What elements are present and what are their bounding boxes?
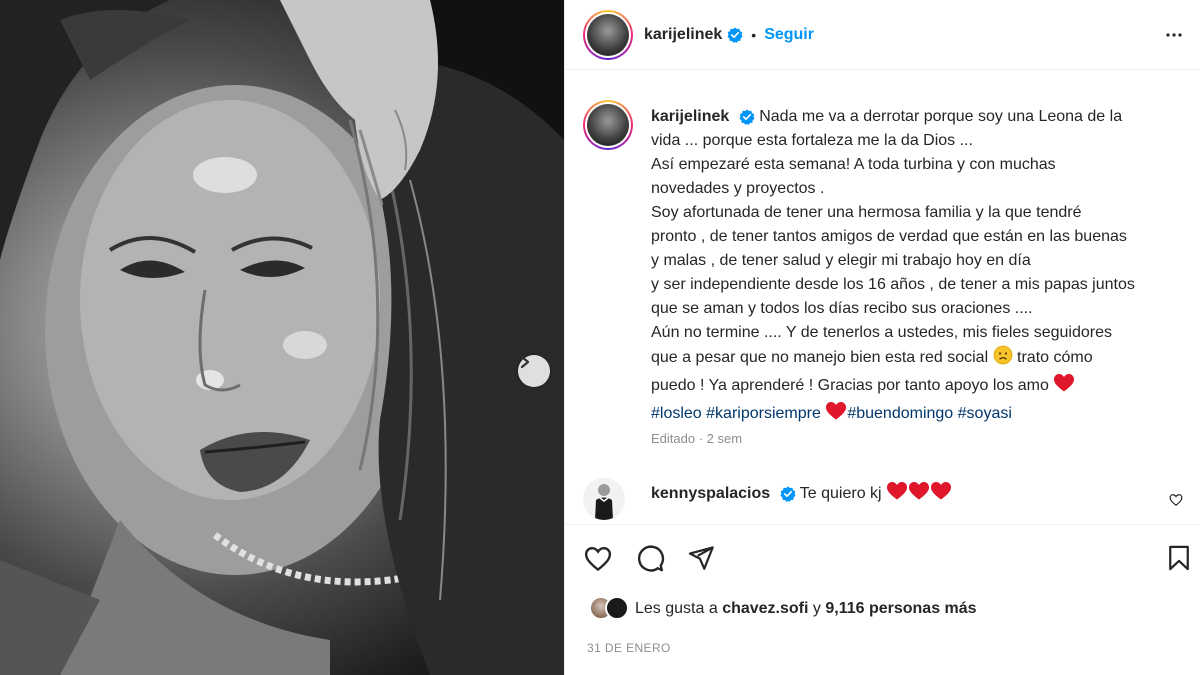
- commenter-username[interactable]: kennyspalacios: [651, 485, 770, 502]
- next-photo-button[interactable]: [518, 355, 550, 387]
- caption-line: y malas , de tener salud y elegir mi tra…: [651, 252, 1031, 269]
- caption-line: y ser independiente desde los 16 años , …: [651, 276, 1135, 293]
- likers-avatars[interactable]: [589, 596, 635, 622]
- caption-line: Así empezaré esta semana! A toda turbina…: [651, 156, 1056, 173]
- likes-summary: Les gusta a chavez.sofi y 9,116 personas…: [589, 596, 977, 622]
- edited-timestamp[interactable]: Editado · 2 sem: [651, 431, 742, 446]
- caption-line: trato cómo: [1017, 349, 1093, 366]
- liker-username[interactable]: chavez.sofi: [722, 600, 808, 618]
- heart-icon[interactable]: [583, 544, 613, 579]
- post-header: karijelinek • Seguir: [565, 0, 1200, 70]
- post-photo-illustration: [0, 0, 564, 675]
- follow-button[interactable]: Seguir: [764, 26, 814, 44]
- hashtags-line: #losleo #kariporsiempre #buendomingo #so…: [651, 402, 1012, 422]
- red-heart-emoji: [825, 401, 847, 429]
- comment-icon[interactable]: [635, 544, 665, 579]
- likes-middle: y: [812, 600, 821, 617]
- caption-line: Aún no termine .... Y de tenerlos a uste…: [651, 324, 1112, 341]
- share-icon[interactable]: [687, 544, 715, 577]
- author-username[interactable]: karijelinek: [644, 26, 722, 44]
- caption-line: que a pesar que no manejo bien esta red …: [651, 349, 989, 366]
- caption-username[interactable]: karijelinek: [651, 108, 729, 125]
- comment-like-heart-icon[interactable]: [1169, 493, 1183, 512]
- verified-badge-icon: [727, 27, 743, 43]
- sad-face-emoji: [993, 345, 1013, 373]
- red-heart-emoji: [1053, 373, 1075, 401]
- comment-text: kennyspalacios Te quiero kj: [651, 481, 952, 506]
- caption-line: Soy afortunada de tener una hermosa fami…: [651, 204, 1082, 221]
- comments-section[interactable]: karijelinek Nada me va a derrotar porque…: [565, 70, 1200, 525]
- caption-line: pronto , de tener tantos amigos de verda…: [651, 228, 1127, 245]
- hashtag-link[interactable]: #soyasi: [958, 405, 1012, 422]
- verified-badge-icon: [739, 109, 755, 125]
- post-details-pane: karijelinek • Seguir karijelinek Nada me…: [564, 0, 1200, 675]
- commenter-avatar[interactable]: [583, 478, 625, 520]
- author-avatar[interactable]: [583, 9, 633, 60]
- caption-line: Nada me va a derrotar porque soy una Leo…: [759, 108, 1123, 125]
- next-arrow-icon: [520, 355, 530, 369]
- likes-count[interactable]: 9,116 personas más: [825, 600, 976, 618]
- likes-prefix: Les gusta a: [635, 600, 718, 617]
- post-photo[interactable]: [0, 0, 564, 675]
- post-date[interactable]: 31 DE ENERO: [587, 641, 671, 655]
- caption-line: puedo ! Ya aprenderé ! Gracias por tanto…: [651, 377, 1049, 394]
- caption-author-avatar[interactable]: [583, 100, 633, 150]
- post-actions-bar: [583, 540, 1193, 580]
- caption-line: vida ... porque esta fortaleza me la da …: [651, 132, 973, 149]
- bookmark-icon[interactable]: [1165, 544, 1193, 577]
- red-heart-emoji: [930, 481, 952, 506]
- hashtag-link[interactable]: #buendomingo: [847, 405, 953, 422]
- separator-dot: •: [751, 26, 757, 43]
- caption-text: karijelinek Nada me va a derrotar porque…: [651, 105, 1189, 429]
- caption-line: que se aman y todos los días recibo sus …: [651, 300, 1033, 317]
- caption-line: novedades y proyectos .: [651, 180, 825, 197]
- more-options-icon[interactable]: [1162, 23, 1186, 52]
- comment-body: Te quiero kj: [799, 485, 882, 502]
- hashtag-link[interactable]: #kariporsiempre: [706, 405, 821, 422]
- red-heart-emoji: [886, 481, 908, 506]
- comment-row: kennyspalacios Te quiero kj: [583, 478, 1193, 522]
- verified-badge-icon: [780, 486, 796, 502]
- hashtag-link[interactable]: #losleo: [651, 405, 702, 422]
- red-heart-emoji: [908, 481, 930, 506]
